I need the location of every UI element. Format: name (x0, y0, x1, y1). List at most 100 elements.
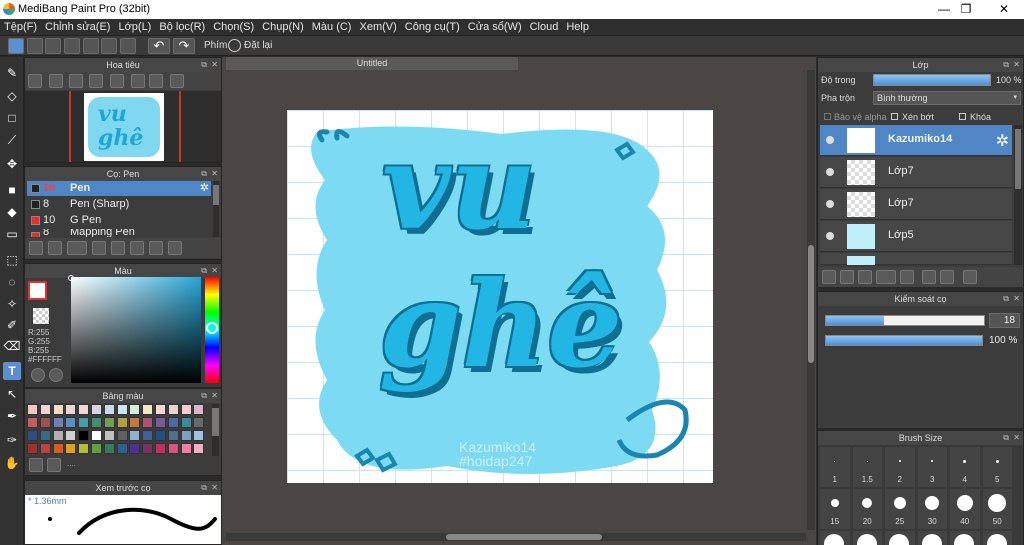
palette-swatch[interactable] (180, 404, 192, 415)
menu-edit[interactable]: Chỉnh sửa(E) (41, 19, 114, 36)
saturation-value-picker[interactable] (68, 275, 201, 383)
palette-swatch[interactable] (142, 443, 154, 454)
palette-swatch[interactable] (193, 417, 205, 428)
brush-size-cell[interactable]: 2 (885, 447, 915, 487)
cloud-brush-icon[interactable] (29, 241, 43, 255)
menu-cloud[interactable]: Cloud (526, 19, 563, 36)
palette-scrollbar[interactable] (212, 404, 219, 456)
visibility-icon[interactable] (826, 168, 834, 176)
palette-swatch[interactable] (193, 430, 205, 441)
float-icon[interactable]: ⧉ (1003, 292, 1009, 306)
palette-swatch[interactable] (142, 404, 154, 415)
panel-close-icon[interactable]: ✕ (1013, 431, 1020, 445)
brush-size-cell[interactable]: 1.5 (852, 447, 882, 487)
palette-swatch[interactable] (27, 443, 38, 454)
trash-icon[interactable] (47, 458, 61, 472)
menu-filter[interactable]: Bộ lọc(R) (155, 19, 209, 36)
dot-tool-icon[interactable]: □ (3, 109, 21, 127)
grid-icon[interactable] (120, 38, 136, 54)
cloud-toggle-icon[interactable] (8, 38, 24, 54)
new-layer-icon[interactable] (822, 270, 836, 284)
menu-tools[interactable]: Công cụ(T) (401, 19, 464, 36)
panel-close-icon[interactable]: ✕ (211, 264, 218, 278)
brush-size-cell[interactable] (982, 531, 1012, 545)
reset-icon[interactable] (228, 39, 241, 52)
palette-swatch[interactable] (155, 417, 166, 428)
add-color-icon[interactable] (29, 458, 43, 472)
palette-swatch[interactable] (116, 404, 128, 415)
text-tool-icon[interactable]: T (3, 362, 21, 380)
palette-swatch[interactable] (167, 417, 179, 428)
add-layer-menu-icon[interactable] (876, 270, 896, 284)
brush-size-cell[interactable]: 5 (982, 447, 1012, 487)
palette-swatch[interactable] (193, 404, 205, 415)
brush-size-cell[interactable]: 4 (950, 447, 980, 487)
maximize-button[interactable]: ❐ (952, 1, 980, 18)
layer-row[interactable]: Lớp5 (820, 221, 1012, 252)
redo-icon[interactable]: ↷ (173, 38, 195, 54)
brush-size-cell[interactable] (950, 531, 980, 545)
palette-swatch[interactable] (39, 417, 51, 428)
palette-swatch[interactable] (116, 430, 128, 441)
palette-swatch[interactable] (27, 404, 38, 415)
page-icon[interactable] (83, 38, 99, 54)
fill-rect-tool-icon[interactable]: ■ (3, 181, 21, 199)
brush-item[interactable]: 10 G Pen (27, 213, 211, 228)
menu-help[interactable]: Help (562, 19, 593, 36)
menu-select[interactable]: Chọn(S) (209, 19, 258, 36)
flip-icon[interactable] (170, 74, 184, 88)
palette-swatch[interactable] (91, 443, 102, 454)
protect-alpha-checkbox[interactable] (824, 113, 831, 120)
menu-file[interactable]: Tệp(F) (0, 19, 41, 36)
zoom-out-icon[interactable] (49, 74, 63, 88)
palette-swatch[interactable] (103, 404, 115, 415)
float-icon[interactable]: ⧉ (1003, 58, 1009, 72)
horizontal-scrollbar[interactable] (226, 533, 806, 541)
navigator-preview[interactable]: vu ghê (25, 91, 221, 162)
palette-swatch[interactable] (78, 443, 90, 454)
panel-close-icon[interactable]: ✕ (211, 481, 218, 495)
trash-icon[interactable] (168, 241, 182, 255)
palette-swatch[interactable] (180, 443, 192, 454)
undo-icon[interactable]: ↶ (148, 38, 170, 54)
panel-close-icon[interactable]: ✕ (1013, 58, 1020, 72)
brush-item[interactable]: 18 Pen ✲ (27, 181, 211, 196)
float-icon[interactable]: ⧉ (201, 264, 207, 278)
panel-close-icon[interactable]: ✕ (211, 167, 218, 181)
palette-swatch[interactable] (65, 417, 77, 428)
palette-swatch[interactable] (65, 443, 77, 454)
trash-icon[interactable] (963, 270, 977, 284)
select-pen-tool-icon[interactable]: ✐ (3, 316, 21, 334)
palette-swatch[interactable] (155, 404, 166, 415)
palette-icon[interactable] (31, 368, 45, 382)
vertical-scrollbar[interactable] (807, 70, 815, 530)
brush-size-cell[interactable]: 15 (820, 489, 850, 529)
palette-swatch[interactable] (129, 417, 141, 428)
brush-size-cell[interactable]: 50 (982, 489, 1012, 529)
palette-more[interactable]: .... (67, 459, 76, 468)
palette-swatch[interactable] (180, 430, 192, 441)
brush-item[interactable]: 8 Mapping Pen (27, 229, 211, 237)
layer-row[interactable]: Lớp7 (820, 189, 1012, 220)
eyedropper-tool-icon[interactable]: ✒ (3, 407, 21, 425)
brush-size-cell[interactable]: 20 (852, 489, 882, 529)
brush-size-cell[interactable]: 3 (917, 447, 947, 487)
palette-swatch[interactable] (91, 430, 102, 441)
brush-size-cell[interactable] (820, 531, 850, 545)
palette-swatch[interactable] (78, 417, 90, 428)
hand-tool-icon[interactable]: ✋ (3, 454, 21, 472)
brush-opacity-slider[interactable] (825, 335, 983, 346)
panel-close-icon[interactable]: ✕ (211, 389, 218, 403)
brush-size-cell[interactable] (917, 531, 947, 545)
palette-swatch[interactable] (142, 417, 154, 428)
panel-close-icon[interactable]: ✕ (211, 58, 218, 72)
canvas-page[interactable]: vu ghê Kazumiko14 #hoidap247 (287, 110, 713, 483)
palette-swatch[interactable] (129, 404, 141, 415)
palette-swatch[interactable] (193, 443, 205, 454)
edit-folder-icon[interactable] (149, 241, 163, 255)
brush-size-cell[interactable]: 40 (950, 489, 980, 529)
menu-capture[interactable]: Chụp(N) (258, 19, 308, 36)
palette-swatch[interactable] (91, 404, 102, 415)
float-icon[interactable]: ⧉ (201, 481, 207, 495)
float-icon[interactable]: ⧉ (201, 58, 207, 72)
